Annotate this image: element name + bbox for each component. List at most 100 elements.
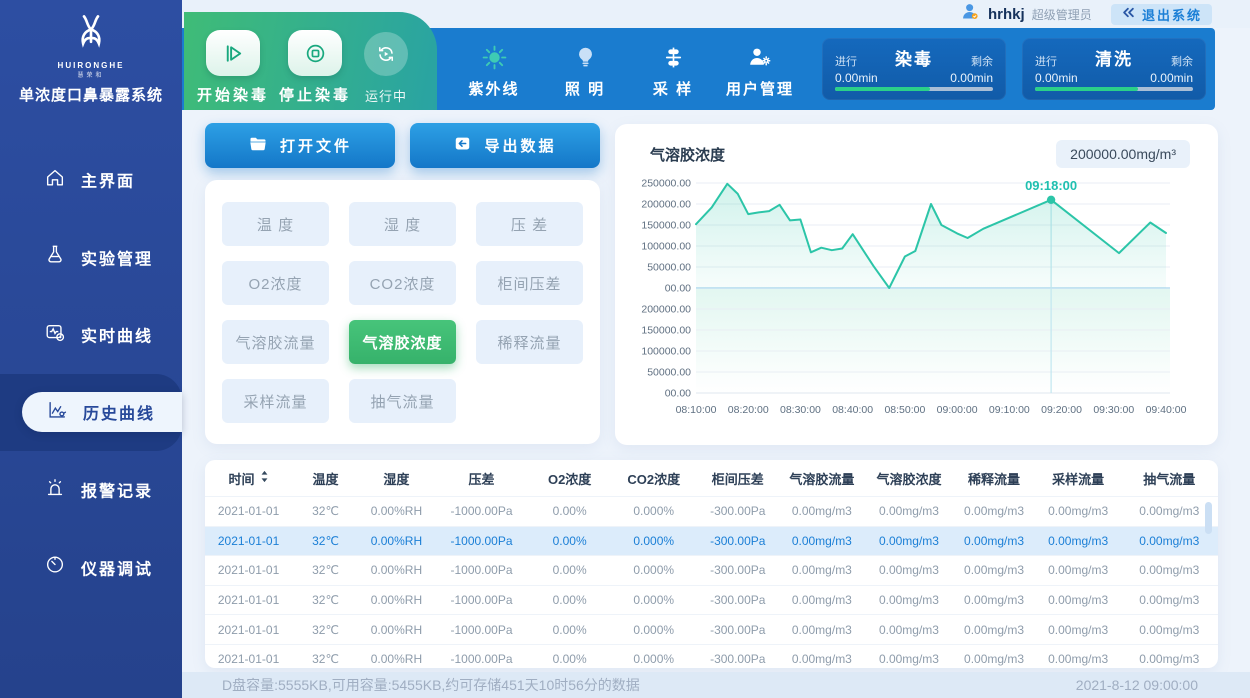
start-toxin-button[interactable] bbox=[206, 30, 260, 76]
stop-toxin-label: 停止染毒 bbox=[279, 84, 351, 105]
table-cell: 2021-01-01 bbox=[205, 563, 292, 577]
table-cell: 32℃ bbox=[292, 534, 359, 548]
toxin-progress-bar bbox=[835, 87, 993, 91]
table-cell: 0.00mg/m3 bbox=[778, 652, 865, 666]
sidebar-item-报警记录[interactable]: 报警记录 bbox=[0, 451, 182, 529]
table-cell: -300.00Pa bbox=[697, 652, 778, 666]
filter-button-抽气流量[interactable]: 抽气流量 bbox=[349, 379, 456, 423]
filter-button-气溶胶浓度[interactable]: 气溶胶浓度 bbox=[349, 320, 456, 364]
table-cell: -1000.00Pa bbox=[434, 534, 529, 548]
table-cell: -1000.00Pa bbox=[434, 563, 529, 577]
sort-icon bbox=[260, 470, 269, 486]
filter-button-湿度[interactable]: 湿 度 bbox=[349, 202, 456, 246]
running-status-indicator bbox=[364, 32, 408, 76]
column-header-CO2浓度: CO2浓度 bbox=[610, 469, 697, 488]
table-cell: -1000.00Pa bbox=[434, 593, 529, 607]
table-cell: 32℃ bbox=[292, 504, 359, 518]
filter-button-O2浓度[interactable]: O2浓度 bbox=[222, 261, 329, 305]
svg-text:250000.00: 250000.00 bbox=[641, 178, 691, 190]
filter-button-稀释流量[interactable]: 稀释流量 bbox=[476, 320, 583, 364]
column-header-O2浓度: O2浓度 bbox=[529, 469, 610, 488]
table-row[interactable]: 2021-01-0132℃0.00%RH-1000.00Pa0.00%0.000… bbox=[205, 555, 1218, 585]
sidebar-item-实时曲线[interactable]: 实时曲线 bbox=[0, 296, 182, 374]
clean-card-title: 清洗 bbox=[1095, 45, 1133, 70]
brand-logo-icon bbox=[64, 12, 118, 54]
user-role: 超级管理员 bbox=[1032, 6, 1092, 23]
realtime-curve-icon bbox=[44, 321, 66, 348]
column-header-柜间压差: 柜间压差 bbox=[697, 469, 778, 488]
filter-button-温度[interactable]: 温 度 bbox=[222, 202, 329, 246]
instrument-debug-icon bbox=[44, 554, 66, 581]
user-info: hrhkj 超级管理员 bbox=[960, 0, 1092, 28]
table-cell: 0.00mg/m3 bbox=[1036, 623, 1121, 637]
chart-value-badge: 200000.00mg/m³ bbox=[1056, 140, 1190, 168]
table-cell: 0.00mg/m3 bbox=[865, 593, 952, 607]
logout-button[interactable]: 退出系统 bbox=[1111, 4, 1212, 25]
table-cell: 2021-01-01 bbox=[205, 504, 292, 518]
app-title: 单浓度口鼻暴露系统 bbox=[0, 84, 182, 105]
column-header-气溶胶浓度: 气溶胶浓度 bbox=[865, 469, 952, 488]
table-cell: 0.00% bbox=[529, 504, 610, 518]
sidebar-item-实验管理[interactable]: 实验管理 bbox=[0, 219, 182, 297]
sidebar-item-主界面[interactable]: 主界面 bbox=[0, 141, 182, 219]
column-header-稀释流量: 稀释流量 bbox=[953, 469, 1036, 488]
table-cell: -300.00Pa bbox=[697, 593, 778, 607]
sidebar-item-仪器调试[interactable]: 仪器调试 bbox=[0, 529, 182, 607]
table-row[interactable]: 2021-01-0132℃0.00%RH-1000.00Pa0.00%0.000… bbox=[205, 585, 1218, 615]
table-row[interactable]: 2021-01-0132℃0.00%RH-1000.00Pa0.00%0.000… bbox=[205, 496, 1218, 526]
remain-label: 剩余 bbox=[1171, 53, 1193, 69]
stop-icon bbox=[304, 42, 327, 65]
table-cell: 0.00mg/m3 bbox=[865, 504, 952, 518]
user-management-button[interactable]: 用户管理 bbox=[715, 40, 805, 99]
sidebar-item-label: 历史曲线 bbox=[83, 400, 155, 424]
filter-button-采样流量[interactable]: 采样流量 bbox=[222, 379, 329, 423]
table-cell: 0.00mg/m3 bbox=[865, 563, 952, 577]
table-cell: -300.00Pa bbox=[697, 563, 778, 577]
chart-plot[interactable]: 250000.00200000.00150000.00100000.005000… bbox=[625, 176, 1205, 432]
export-data-button[interactable]: 导出数据 bbox=[410, 123, 600, 168]
svg-text:150000.00: 150000.00 bbox=[641, 325, 691, 337]
sidebar-item-label: 报警记录 bbox=[81, 478, 153, 502]
brand-name: HUIRONGHE bbox=[0, 61, 182, 70]
svg-text:08:30:00: 08:30:00 bbox=[780, 404, 821, 416]
lighting-label: 照 明 bbox=[565, 78, 605, 99]
double-arrow-left-icon bbox=[1121, 5, 1136, 25]
svg-text:100000.00: 100000.00 bbox=[641, 346, 691, 358]
bulb-icon bbox=[573, 40, 598, 74]
svg-text:08:20:00: 08:20:00 bbox=[728, 404, 769, 416]
filter-button-柜间压差[interactable]: 柜间压差 bbox=[476, 261, 583, 305]
lighting-button[interactable]: 照 明 bbox=[540, 40, 630, 99]
refresh-running-icon bbox=[375, 43, 397, 65]
open-file-button[interactable]: 打开文件 bbox=[205, 123, 395, 168]
table-cell: 0.00mg/m3 bbox=[778, 504, 865, 518]
table-row[interactable]: 2021-01-0132℃0.00%RH-1000.00Pa0.00%0.000… bbox=[205, 526, 1218, 556]
filter-button-CO2浓度[interactable]: CO2浓度 bbox=[349, 261, 456, 305]
remain-value: 0.00min bbox=[950, 71, 993, 85]
storage-info: D盘容量:5555KB,可用容量:5455KB,约可存储451天10时56分的数… bbox=[222, 672, 640, 698]
sidebar-item-历史曲线[interactable]: 历史曲线 bbox=[0, 374, 182, 452]
svg-text:09:00:00: 09:00:00 bbox=[937, 404, 978, 416]
uv-button[interactable]: 紫外线 bbox=[449, 40, 539, 99]
table-cell: 0.00mg/m3 bbox=[778, 534, 865, 548]
table-scrollbar[interactable] bbox=[1205, 502, 1212, 534]
stop-toxin-button[interactable] bbox=[288, 30, 342, 76]
table-cell: 0.00mg/m3 bbox=[1036, 504, 1121, 518]
table-row[interactable]: 2021-01-0132℃0.00%RH-1000.00Pa0.00%0.000… bbox=[205, 614, 1218, 644]
table-cell: -300.00Pa bbox=[697, 623, 778, 637]
table-cell: 0.00mg/m3 bbox=[865, 652, 952, 666]
table-cell: 0.00mg/m3 bbox=[1121, 652, 1218, 666]
table-cell: 0.00mg/m3 bbox=[953, 563, 1036, 577]
filter-button-气溶胶流量[interactable]: 气溶胶流量 bbox=[222, 320, 329, 364]
table-cell: 0.00mg/m3 bbox=[1121, 623, 1218, 637]
history-chart-card: 气溶胶浓度 200000.00mg/m³ 250000.00200000.001… bbox=[615, 124, 1218, 445]
table-cell: 0.00% bbox=[529, 623, 610, 637]
valve-icon bbox=[661, 40, 686, 74]
table-row[interactable]: 2021-01-0132℃0.00%RH-1000.00Pa0.00%0.000… bbox=[205, 644, 1218, 668]
system-datetime: 2021-8-12 09:00:00 bbox=[1076, 672, 1198, 698]
column-header-时间[interactable]: 时间 bbox=[205, 469, 292, 488]
filter-button-压差[interactable]: 压 差 bbox=[476, 202, 583, 246]
progress-value: 0.00min bbox=[835, 71, 878, 85]
table-cell: 0.00mg/m3 bbox=[865, 623, 952, 637]
sampling-button[interactable]: 采 样 bbox=[628, 40, 718, 99]
table-cell: 32℃ bbox=[292, 593, 359, 607]
